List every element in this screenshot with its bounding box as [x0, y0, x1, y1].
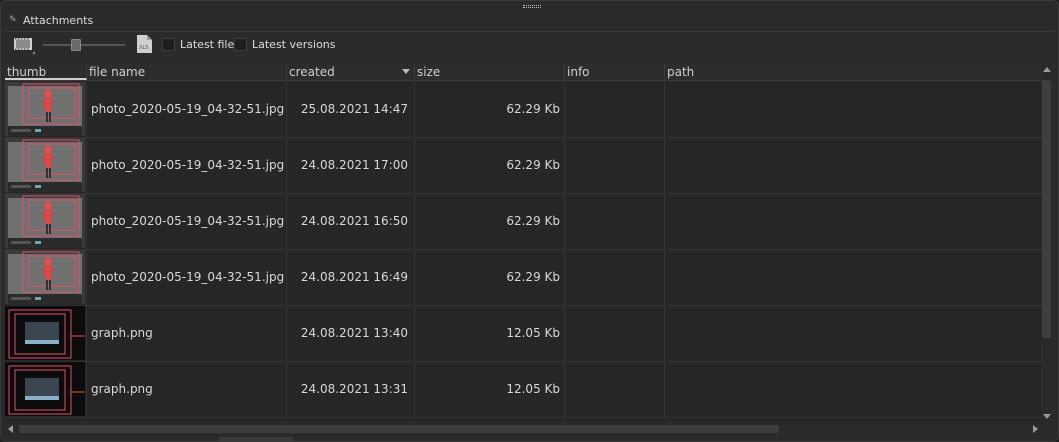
table-row[interactable]: photo_2020-05-19_04-32-51.jpg 24.08.2021 …	[5, 249, 1041, 306]
column-header-thumb[interactable]: thumb	[5, 64, 87, 80]
header-label: created	[289, 65, 335, 79]
created-cell: 25.08.2021 14:47	[287, 81, 415, 137]
vertical-scrollbar[interactable]	[1041, 64, 1052, 422]
sort-desc-icon	[402, 69, 410, 74]
size-cell: 62.29 Kb	[415, 249, 565, 305]
file-name-cell: photo_2020-05-19_04-32-51.jpg	[87, 137, 287, 193]
path-cell	[665, 249, 1041, 305]
info-cell	[565, 305, 665, 361]
header-label: info	[567, 65, 590, 79]
divider	[5, 31, 1054, 32]
size-cell: 62.29 Kb	[415, 193, 565, 249]
bottom-tab[interactable]	[219, 437, 293, 441]
table-header: thumb file name created size info path	[5, 64, 1041, 81]
path-cell	[665, 81, 1041, 137]
scroll-down-icon[interactable]	[1043, 414, 1051, 419]
photo-thumbnail[interactable]	[5, 193, 87, 249]
vertical-scroll-thumb[interactable]	[1042, 80, 1051, 338]
panel-title: Attachments	[23, 13, 94, 27]
xls-file-icon[interactable]: XLS	[136, 34, 153, 54]
file-name-cell: photo_2020-05-19_04-32-51.jpg	[87, 249, 287, 305]
film-strip-icon[interactable]	[13, 37, 35, 54]
photo-thumbnail[interactable]	[5, 249, 87, 305]
path-cell	[665, 193, 1041, 249]
drag-grip[interactable]	[523, 5, 541, 8]
size-cell: 12.05 Kb	[415, 305, 565, 361]
latest-file-label: Latest file	[180, 38, 235, 51]
table-row[interactable]: photo_2020-05-19_04-32-51.jpg 24.08.2021 …	[5, 137, 1041, 194]
bottom-bar	[1, 437, 1058, 441]
path-cell	[665, 361, 1041, 417]
file-name-cell: graph.png	[87, 305, 287, 361]
info-cell	[565, 81, 665, 137]
created-cell: 24.08.2021 16:49	[287, 249, 415, 305]
column-header-size[interactable]: size	[415, 64, 565, 80]
horizontal-scroll-thumb[interactable]	[19, 425, 779, 433]
created-cell: 24.08.2021 13:40	[287, 305, 415, 361]
latest-versions-checkbox[interactable]	[234, 38, 247, 51]
created-cell: 24.08.2021 17:00	[287, 137, 415, 193]
header-label: size	[417, 65, 441, 79]
slider-handle[interactable]	[71, 39, 81, 51]
xls-icon-text: XLS	[139, 45, 148, 51]
column-header-file-name[interactable]: file name	[87, 64, 287, 80]
size-cell: 12.05 Kb	[415, 361, 565, 417]
header-label: file name	[89, 65, 146, 79]
scroll-left-icon[interactable]	[8, 425, 13, 433]
photo-thumbnail[interactable]	[5, 81, 87, 137]
path-cell	[665, 137, 1041, 193]
file-name-cell: graph.png	[87, 361, 287, 417]
pin-icon[interactable]: ✎	[9, 15, 19, 25]
info-cell	[565, 193, 665, 249]
column-header-created[interactable]: created	[287, 64, 415, 80]
created-cell: 24.08.2021 16:50	[287, 193, 415, 249]
horizontal-scrollbar[interactable]	[5, 423, 1041, 435]
toolbar: XLS Latest file Latest versions	[1, 34, 1058, 58]
attachments-panel: ✎ Attachments XLS Latest file Latest ver…	[0, 0, 1059, 442]
scroll-up-icon[interactable]	[1043, 67, 1051, 72]
path-cell	[665, 305, 1041, 361]
column-header-path[interactable]: path	[665, 64, 1041, 80]
size-cell: 62.29 Kb	[415, 137, 565, 193]
info-cell	[565, 137, 665, 193]
scroll-right-icon[interactable]	[1033, 425, 1038, 433]
photo-thumbnail[interactable]	[5, 137, 87, 193]
header-label: path	[667, 65, 695, 79]
table-row[interactable]: photo_2020-05-19_04-32-51.jpg 24.08.2021 …	[5, 193, 1041, 250]
table-row[interactable]: photo_2020-05-19_04-32-51.jpg 25.08.2021 …	[5, 81, 1041, 138]
latest-file-checkbox[interactable]	[162, 38, 175, 51]
latest-versions-label: Latest versions	[252, 38, 336, 51]
header-label: thumb	[7, 65, 47, 79]
info-cell	[565, 249, 665, 305]
panel-titlebar: ✎ Attachments	[9, 12, 93, 28]
graph-thumbnail[interactable]	[5, 305, 87, 361]
info-cell	[565, 361, 665, 417]
thumb-size-slider[interactable]	[43, 38, 125, 52]
table-row[interactable]: graph.png 24.08.2021 13:40 12.05 Kb	[5, 305, 1041, 362]
size-cell: 62.29 Kb	[415, 81, 565, 137]
file-name-cell: photo_2020-05-19_04-32-51.jpg	[87, 193, 287, 249]
file-name-cell: photo_2020-05-19_04-32-51.jpg	[87, 81, 287, 137]
attachments-table: thumb file name created size info path p…	[5, 64, 1041, 422]
column-header-info[interactable]: info	[565, 64, 665, 80]
table-row[interactable]: graph.png 24.08.2021 13:31 12.05 Kb	[5, 361, 1041, 418]
created-cell: 24.08.2021 13:31	[287, 361, 415, 417]
graph-thumbnail[interactable]	[5, 361, 87, 417]
slider-track	[43, 44, 125, 46]
